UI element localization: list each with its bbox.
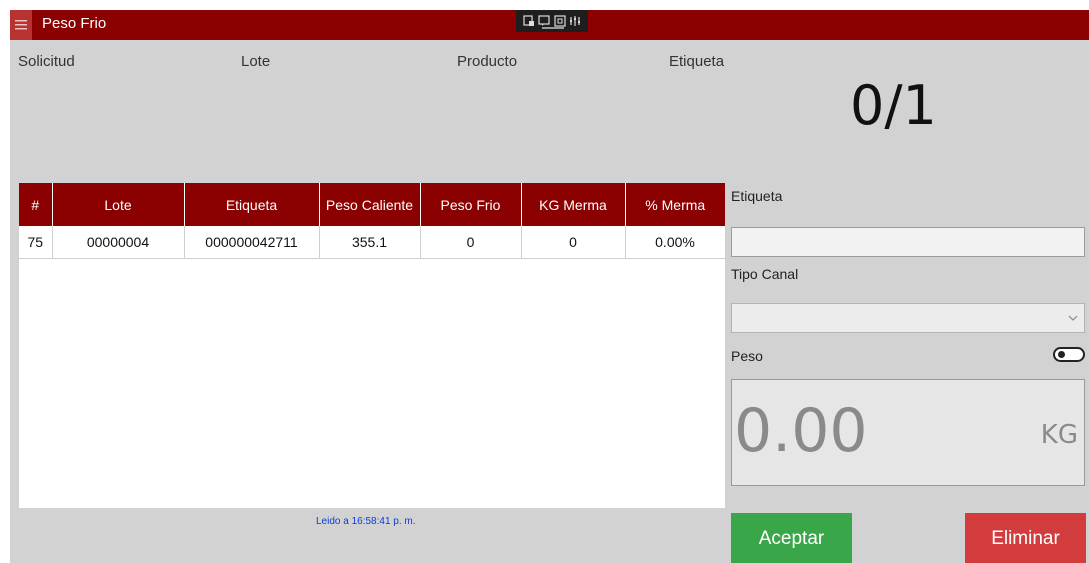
records-table: # Lote Etiqueta Peso Caliente Peso Frio … <box>19 183 726 259</box>
title-bar: Peso Frio <box>10 10 1089 40</box>
tipo-canal-select[interactable] <box>731 303 1085 333</box>
weight-unit: KG <box>1040 420 1078 450</box>
cell-peso-frio: 0 <box>420 226 522 259</box>
table-header-row: # Lote Etiqueta Peso Caliente Peso Frio … <box>19 183 725 226</box>
chevron-down-icon <box>1068 315 1078 321</box>
peso-label: Peso <box>731 348 763 364</box>
weight-value: 0.00 <box>734 396 868 466</box>
column-header-lote[interactable]: Lote <box>52 183 185 226</box>
cell-lote: 00000004 <box>52 226 185 259</box>
tipo-canal-label: Tipo Canal <box>731 266 799 282</box>
column-header-number[interactable]: # <box>19 183 53 226</box>
cell-kg-merma: 0 <box>521 226 626 259</box>
column-header-etiqueta[interactable]: Etiqueta <box>184 183 320 226</box>
delete-button[interactable]: Eliminar <box>965 513 1086 563</box>
cell-number: 75 <box>19 226 53 259</box>
solicitud-label: Solicitud <box>18 53 75 70</box>
accept-button[interactable]: Aceptar <box>731 513 852 563</box>
app-window: Peso Frio Solicitud Lote Producto Etique… <box>10 10 1089 563</box>
column-header-peso-frio[interactable]: Peso Frio <box>420 183 522 226</box>
progress-counter: 0/1 <box>850 74 937 137</box>
cell-pct-merma: 0.00% <box>625 226 726 259</box>
capture-tool-icon[interactable] <box>523 15 535 27</box>
screen-capture-toolbar <box>516 10 588 32</box>
read-status-text: Leido a 16:58:41 p. m. <box>316 516 416 527</box>
column-header-pct-merma[interactable]: % Merma <box>625 183 725 226</box>
etiqueta-input[interactable] <box>731 227 1085 257</box>
capture-toolbar-grip[interactable] <box>542 27 564 29</box>
records-table-panel: # Lote Etiqueta Peso Caliente Peso Frio … <box>19 183 726 508</box>
etiqueta-header-label: Etiqueta <box>669 53 725 70</box>
producto-label: Producto <box>457 53 518 70</box>
table-row[interactable]: 75 00000004 000000042711 355.1 0 0 0.00% <box>19 226 726 259</box>
etiqueta-field-label: Etiqueta <box>731 188 783 204</box>
capture-region-icon[interactable] <box>554 15 566 27</box>
hamburger-menu-button[interactable] <box>10 10 32 40</box>
hamburger-menu-icon <box>15 20 27 30</box>
column-header-peso-caliente[interactable]: Peso Caliente <box>319 183 421 226</box>
toggle-knob <box>1058 351 1065 358</box>
column-header-kg-merma[interactable]: KG Merma <box>521 183 626 226</box>
weight-display: 0.00 KG <box>731 379 1085 486</box>
peso-toggle-switch[interactable] <box>1053 347 1085 362</box>
app-title: Peso Frio <box>42 15 107 32</box>
capture-settings-icon[interactable] <box>569 15 581 27</box>
lote-label: Lote <box>241 53 271 70</box>
cell-etiqueta: 000000042711 <box>184 226 320 259</box>
capture-window-icon[interactable] <box>538 15 550 27</box>
cell-peso-caliente: 355.1 <box>319 226 421 259</box>
